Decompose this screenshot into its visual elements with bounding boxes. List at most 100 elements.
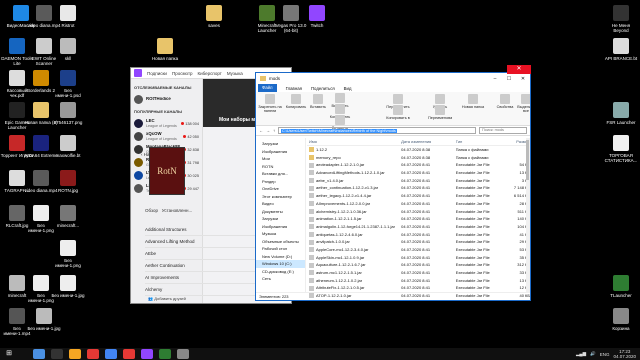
popular-channel[interactable]: xQcOW League of Legends 42 050 (134, 130, 199, 143)
nav-item[interactable]: ROTN (256, 163, 305, 171)
taskbar-app-icon[interactable] (33, 349, 45, 359)
file-row[interactable]: atheneum-1.12.2-1.0.2.jar 04.07.2020 8:41… (307, 277, 530, 285)
minimize-button[interactable]: – (488, 76, 502, 82)
tab-share[interactable]: Поделиться (311, 86, 335, 91)
ribbon-button[interactable]: Выделить все (514, 94, 530, 113)
tab-overview[interactable]: Обзор (145, 208, 158, 213)
nav-item[interactable]: Рэндер (256, 178, 305, 186)
tw-nav-music[interactable]: Музыка (227, 71, 243, 76)
desktop-icon[interactable]: Не Меня Beyond (604, 5, 638, 33)
file-row[interactable]: AttributeFix-1.12.2-1.0.5.jar 04.07.2020 … (307, 284, 530, 292)
col-date[interactable]: Дата изменения (401, 138, 456, 145)
file-row[interactable]: memory_repo 04.07.2020 8:38 Папка с файлам… (307, 154, 530, 162)
file-row[interactable]: AppleSkin-mc1.12-1.0.9.jar 04.07.2020 8:4… (307, 254, 530, 262)
desktop-icon[interactable]: Без имени-1.jpg (51, 275, 85, 298)
nav-item[interactable]: Изображения (256, 148, 305, 156)
file-row[interactable]: aecteadapter-1.12.2-1.0.jar 04.07.2020 8:… (307, 161, 530, 169)
scrollbar[interactable] (526, 138, 530, 292)
start-button[interactable]: ⊞ (3, 349, 15, 359)
ribbon-button[interactable]: Переименовать (428, 105, 452, 120)
taskbar-app-icon[interactable] (87, 349, 99, 359)
taskbar-app-icon[interactable] (69, 349, 81, 359)
file-row[interactable]: animation-1.12.2-1.1.5.jar 04.07.2020 8:4… (307, 215, 530, 223)
desktop-icon[interactable]: API BRANCE.bt (604, 38, 638, 61)
tw-nav-esports[interactable]: Киберспорт (198, 71, 222, 76)
nav-item[interactable]: Изображения (256, 223, 305, 231)
file-row[interactable]: alchemistry-1.12.2-1.0.36.jar 04.07.2020 … (307, 208, 530, 216)
tab-view[interactable]: Вид (344, 86, 352, 91)
nav-item[interactable]: Загрузки (256, 140, 305, 148)
desktop-icon[interactable]: skll (51, 38, 85, 61)
nav-item[interactable]: Объемные объекты (256, 238, 305, 246)
tab-file[interactable]: Файл (258, 84, 277, 92)
close-button[interactable]: ✕ (516, 76, 530, 82)
desktop-icon[interactable]: FSR Launcher (604, 102, 638, 125)
nav-item[interactable]: Мои (256, 155, 305, 163)
nav-item[interactable]: New Volume (D:) (256, 253, 305, 261)
desktop-icon[interactable]: ТОРГОВАЯ СТАТИСТИКА... (604, 135, 638, 163)
volume-icon[interactable]: 🔊 (590, 351, 596, 357)
tab-home[interactable]: Главная (286, 86, 302, 91)
file-row[interactable]: astrum-mc1.12.2-1.5.1.jar 04.07.2020 8:41… (307, 269, 530, 277)
nav-item[interactable]: Этот компьютер (256, 193, 305, 201)
file-row[interactable]: AppleCore-mc1.12.2-3.4.0.jar 04.07.2020 8… (307, 246, 530, 254)
explorer-window[interactable]: mods – ☐ ✕ Файл Главная Поделиться Вид З… (255, 72, 531, 301)
desktop-icon[interactable]: Без имени-1.jpg (27, 308, 61, 331)
nav-item[interactable]: Вставки для... (256, 170, 305, 178)
ribbon-button[interactable]: Копировать в (386, 105, 410, 120)
nav-item[interactable]: OneDrive (256, 185, 305, 193)
maximize-button[interactable]: ☐ (502, 76, 516, 82)
clock[interactable]: 17:23 04.07.2020 (613, 349, 636, 359)
up-arrow-icon[interactable]: ↑ (273, 128, 275, 133)
file-row[interactable]: aether_continuation-1.12.2-v1.3.jar 04.07… (307, 184, 530, 192)
desktop-icon[interactable]: Без имени-1.psd (51, 70, 85, 98)
desktop-icon[interactable]: Корзина (604, 308, 638, 331)
network-icon[interactable]: ▂▄▆ (576, 351, 586, 357)
taskbar-app-icon[interactable] (51, 349, 63, 359)
file-row[interactable]: AIImprovements-1.12.2-0.0.jar 04.07.2020 … (307, 200, 530, 208)
nav-item[interactable]: Windows 10 (C:) (256, 260, 305, 268)
address-input[interactable]: C:\Users\User\Twitch\Minecraft\Instances… (278, 127, 476, 134)
tab-installed[interactable]: Установленн... (162, 208, 192, 213)
desktop-icon[interactable]: minecraft... (51, 205, 85, 228)
desktop-icon[interactable]: saves (197, 5, 231, 28)
desktop-icon[interactable]: TLauncher (604, 275, 638, 298)
desktop-icon[interactable]: maxwolfie.bt (51, 135, 85, 158)
taskbar-app-icon[interactable] (159, 349, 171, 359)
language-indicator[interactable]: ENG (600, 352, 610, 357)
col-name[interactable]: Имя (307, 138, 401, 145)
followed-channel[interactable]: ROtTHodice (134, 93, 199, 106)
popular-channel[interactable]: LEC League of Legends 138 004 (134, 117, 199, 130)
desktop-icon[interactable]: Ristrot (51, 5, 85, 28)
twitch-logo-icon[interactable] (134, 69, 142, 77)
desktop-icon[interactable]: ROTN.jpg (51, 170, 85, 193)
file-row[interactable]: anvilpatch-1.0.0.jar 04.07.2020 8:41 Execu… (307, 238, 530, 246)
file-row[interactable]: aebe_v1.4.0.jar 04.07.2020 8:41 Executable… (307, 177, 530, 185)
tw-nav-browse[interactable]: Просмотр (172, 71, 193, 76)
nav-item[interactable]: CD-дисковод (E:) (256, 268, 305, 276)
ribbon-button[interactable]: Новая папка (461, 94, 485, 109)
search-input[interactable]: Поиск: mods (479, 127, 527, 134)
nav-item[interactable]: Видео (256, 200, 305, 208)
nav-item[interactable]: Документы (256, 208, 305, 216)
nav-item[interactable]: Сеть (256, 275, 305, 283)
back-arrow-icon[interactable]: ← (259, 128, 263, 133)
ribbon-button[interactable]: Закрепить на панели быстрого доступа (258, 94, 282, 113)
taskbar-app-icon[interactable] (123, 349, 135, 359)
nav-item[interactable]: Музыка (256, 230, 305, 238)
file-row[interactable]: AdvancedLiftingMethods-1.12.2-1.0.jar 04.… (307, 169, 530, 177)
desktop-icon[interactable]: Без имени-1.png (51, 240, 85, 268)
nav-item[interactable]: Загрузки (256, 215, 305, 223)
add-friends-button[interactable]: 👥 Добавить друзей (131, 296, 203, 301)
tw-nav-subs[interactable]: Подписки (147, 71, 167, 76)
close-icon[interactable]: ✕ (507, 65, 531, 74)
desktop-icon[interactable]: Новая папка (148, 38, 182, 61)
taskbar-app-icon[interactable] (141, 349, 153, 359)
desktop-icon[interactable]: 67546137.png (51, 102, 85, 125)
taskbar-app-icon[interactable] (177, 349, 189, 359)
col-type[interactable]: Тип (456, 138, 506, 145)
ribbon-button[interactable]: Вставить (306, 94, 330, 109)
file-row[interactable]: 1.12.2 04.07.2020 8:38 Папка с файлами (307, 146, 530, 154)
taskbar-app-icon[interactable] (105, 349, 117, 359)
desktop-icon[interactable]: Twitch (300, 5, 334, 28)
